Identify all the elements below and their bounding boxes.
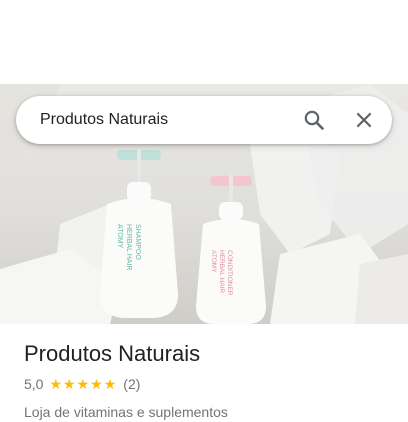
clear-search-button[interactable]	[340, 96, 388, 144]
svg-text:CONDITIONER: CONDITIONER	[226, 250, 233, 296]
search-button[interactable]	[290, 96, 338, 144]
place-title: Produtos Naturais	[24, 341, 201, 366]
place-category: Loja de vitaminas e suplementos	[24, 404, 228, 420]
search-icon	[304, 110, 324, 130]
svg-text:ATOMY: ATOMY	[116, 224, 123, 249]
star-icon: ★	[49, 376, 63, 392]
search-bar	[16, 96, 392, 144]
close-icon	[356, 112, 372, 128]
svg-text:HERBAL HAIR: HERBAL HAIR	[125, 224, 132, 270]
review-count[interactable]: (2)	[123, 376, 140, 392]
svg-text:SHAMPOO: SHAMPOO	[134, 224, 141, 260]
rating-value: 5,0	[24, 376, 44, 392]
star-icon: ★	[103, 376, 117, 392]
top-blank-area	[0, 0, 408, 84]
place-info-panel: Produtos Naturais 5,0 ★ ★ ★ ★ ★ (2) Loja…	[24, 340, 394, 422]
svg-text:HERBAL HAIR: HERBAL HAIR	[218, 250, 225, 293]
star-icon: ★	[63, 376, 76, 392]
rating-row[interactable]: 5,0 ★ ★ ★ ★ ★ (2)	[24, 374, 394, 394]
search-input[interactable]	[40, 96, 290, 144]
svg-text:ATOMY: ATOMY	[210, 250, 217, 273]
star-rating: ★ ★ ★ ★ ★	[49, 377, 117, 391]
star-icon: ★	[76, 376, 90, 392]
star-icon: ★	[90, 376, 103, 392]
